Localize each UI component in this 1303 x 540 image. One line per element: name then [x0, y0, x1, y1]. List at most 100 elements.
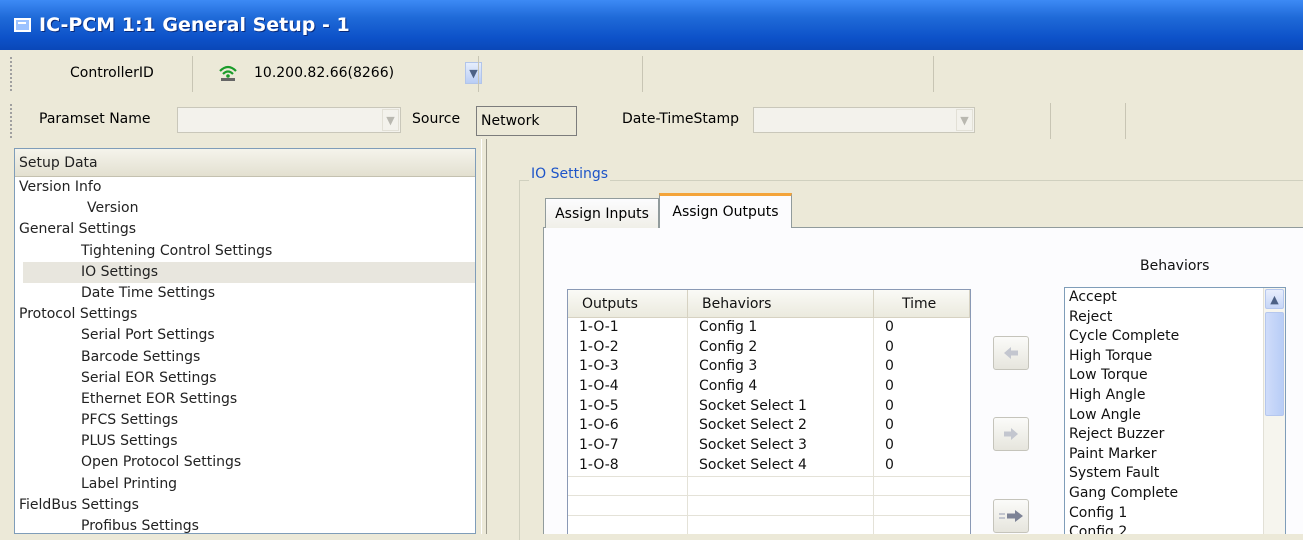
outputs-table-body: 1-O-1 Config 1 0 1-O-2 Config 2 0 1-O-3 Confi… [568, 318, 970, 534]
behavior-cell: Config 2 [688, 337, 874, 358]
controller-id-select[interactable]: 10.200.82.66(8266) ▼ [205, 60, 485, 86]
time-cell: 0 [885, 397, 894, 414]
tree-item-version-info[interactable]: Version Info [15, 177, 475, 198]
table-row-empty[interactable] [568, 475, 970, 496]
source-value: Network [476, 106, 577, 136]
controller-toolbar: ControllerID 10.200.82.66(8266) ▼ [10, 53, 1303, 95]
tab-assign-outputs[interactable]: Assign Outputs [659, 193, 792, 228]
divider [642, 56, 643, 92]
divider [1125, 103, 1126, 139]
paramset-toolbar: Paramset Name ▼ Source Network Date-Time… [10, 100, 1303, 142]
empty-cell [688, 476, 874, 496]
tree-item-io-settings[interactable]: IO Settings [23, 261, 475, 283]
divider [192, 56, 193, 92]
behavior-cell: Config 4 [688, 377, 874, 397]
output-cell: 1-O-4 [568, 377, 688, 397]
tree-item-label-printing[interactable]: Label Printing [15, 474, 475, 495]
toolbar-grip[interactable] [10, 57, 14, 91]
tree-item-pfcs[interactable]: PFCS Settings [15, 410, 475, 431]
empty-cell [688, 515, 874, 534]
list-item[interactable]: High Angle [1065, 386, 1285, 406]
empty-cell [568, 515, 688, 534]
column-header-time[interactable]: Time [874, 290, 970, 317]
tree-item-general-settings[interactable]: General Settings [15, 219, 475, 240]
behaviors-scrollbar[interactable]: ▲ [1263, 288, 1285, 534]
list-item[interactable]: Config 1 [1065, 504, 1285, 524]
list-item[interactable]: Paint Marker [1065, 445, 1285, 465]
tree-item-fieldbus-settings[interactable]: FieldBus Settings [15, 495, 475, 516]
tree-item-protocol-settings[interactable]: Protocol Settings [15, 304, 475, 325]
table-row[interactable]: 1-O-4 Config 4 0 [568, 377, 970, 397]
window-titlebar: IC-PCM 1:1 General Setup - 1 [0, 0, 1303, 50]
list-item[interactable]: Config 2 [1065, 523, 1285, 534]
list-item[interactable]: Low Angle [1065, 406, 1285, 426]
column-header-outputs[interactable]: Outputs [568, 290, 688, 317]
table-row[interactable]: 1-O-7 Socket Select 3 0 [568, 436, 970, 456]
table-row[interactable]: 1-O-1 Config 1 0 [568, 318, 970, 338]
table-row[interactable]: 1-O-3 Config 3 0 [568, 357, 970, 378]
time-cell: 0 [885, 378, 894, 395]
output-cell: 1-O-5 [568, 396, 688, 417]
column-header-behaviors[interactable]: Behaviors [688, 290, 874, 317]
scrollbar-thumb[interactable] [1265, 312, 1284, 416]
chevron-down-icon[interactable]: ▼ [382, 109, 399, 131]
empty-cell [568, 476, 688, 496]
table-row[interactable]: 1-O-8 Socket Select 4 0 [568, 455, 970, 476]
behaviors-list[interactable]: Accept Reject Cycle Complete High Torque… [1064, 287, 1286, 534]
list-item[interactable]: System Fault [1065, 464, 1285, 484]
table-row-empty[interactable] [568, 514, 970, 534]
move-right-button[interactable] [993, 417, 1029, 451]
arrow-left-icon [1004, 347, 1018, 359]
time-cell: 0 [885, 437, 894, 454]
table-row[interactable]: 1-O-5 Socket Select 1 0 [568, 396, 970, 417]
tree-item-tightening-control[interactable]: Tightening Control Settings [15, 241, 475, 262]
chevron-down-icon[interactable]: ▼ [956, 109, 973, 131]
empty-cell [874, 477, 970, 496]
tree-item-serial-eor[interactable]: Serial EOR Settings [15, 368, 475, 389]
behavior-cell: Socket Select 4 [688, 455, 874, 476]
controller-id-value: 10.200.82.66(8266) [254, 65, 395, 81]
tree-item-version[interactable]: Version [15, 198, 475, 219]
output-cell: 1-O-2 [568, 337, 688, 358]
controller-id-label: ControllerID [70, 65, 154, 81]
behavior-cell: Config 1 [688, 318, 874, 338]
behavior-cell: Config 3 [688, 357, 874, 378]
output-cell: 1-O-6 [568, 416, 688, 437]
setup-data-tree: Setup Data Version Info Version General … [14, 148, 476, 534]
tree-item-open-protocol[interactable]: Open Protocol Settings [15, 452, 475, 473]
table-row[interactable]: 1-O-6 Socket Select 2 0 [568, 416, 970, 437]
list-item[interactable]: Cycle Complete [1065, 327, 1285, 347]
list-item[interactable]: Reject Buzzer [1065, 425, 1285, 445]
date-timestamp-select[interactable]: ▼ [753, 107, 975, 133]
list-item[interactable]: Low Torque [1065, 366, 1285, 386]
table-row[interactable]: 1-O-2 Config 2 0 [568, 337, 970, 358]
chevron-up-icon[interactable]: ▲ [1265, 289, 1284, 309]
time-cell: 0 [885, 417, 894, 434]
move-left-button[interactable] [993, 336, 1029, 370]
move-all-right-button[interactable] [993, 499, 1029, 533]
list-item[interactable]: Reject [1065, 308, 1285, 328]
chevron-down-icon[interactable]: ▼ [465, 62, 482, 84]
setup-data-header: Setup Data [15, 149, 475, 177]
behavior-cell: Socket Select 3 [688, 436, 874, 456]
list-item[interactable]: Gang Complete [1065, 484, 1285, 504]
time-cell: 0 [885, 456, 894, 473]
tree-item-plus[interactable]: PLUS Settings [15, 431, 475, 452]
divider [933, 56, 934, 92]
io-settings-group-title: IO Settings [529, 166, 611, 182]
table-row-empty[interactable] [568, 495, 970, 515]
tree-item-serial-port[interactable]: Serial Port Settings [15, 325, 475, 346]
time-cell: 0 [885, 358, 894, 375]
tree-item-barcode[interactable]: Barcode Settings [15, 347, 475, 368]
paramset-name-select[interactable]: ▼ [177, 107, 401, 133]
date-timestamp-label: Date-TimeStamp [622, 111, 739, 127]
tree-item-profibus[interactable]: Profibus Settings [15, 516, 475, 533]
toolbar-grip[interactable] [10, 104, 14, 138]
tab-assign-inputs[interactable]: Assign Inputs [545, 198, 659, 228]
empty-cell [688, 496, 874, 515]
empty-cell [874, 496, 970, 515]
list-item[interactable]: High Torque [1065, 347, 1285, 367]
tree-item-date-time[interactable]: Date Time Settings [15, 283, 475, 304]
tree-item-ethernet-eor[interactable]: Ethernet EOR Settings [15, 389, 475, 410]
list-item[interactable]: Accept [1065, 288, 1285, 308]
